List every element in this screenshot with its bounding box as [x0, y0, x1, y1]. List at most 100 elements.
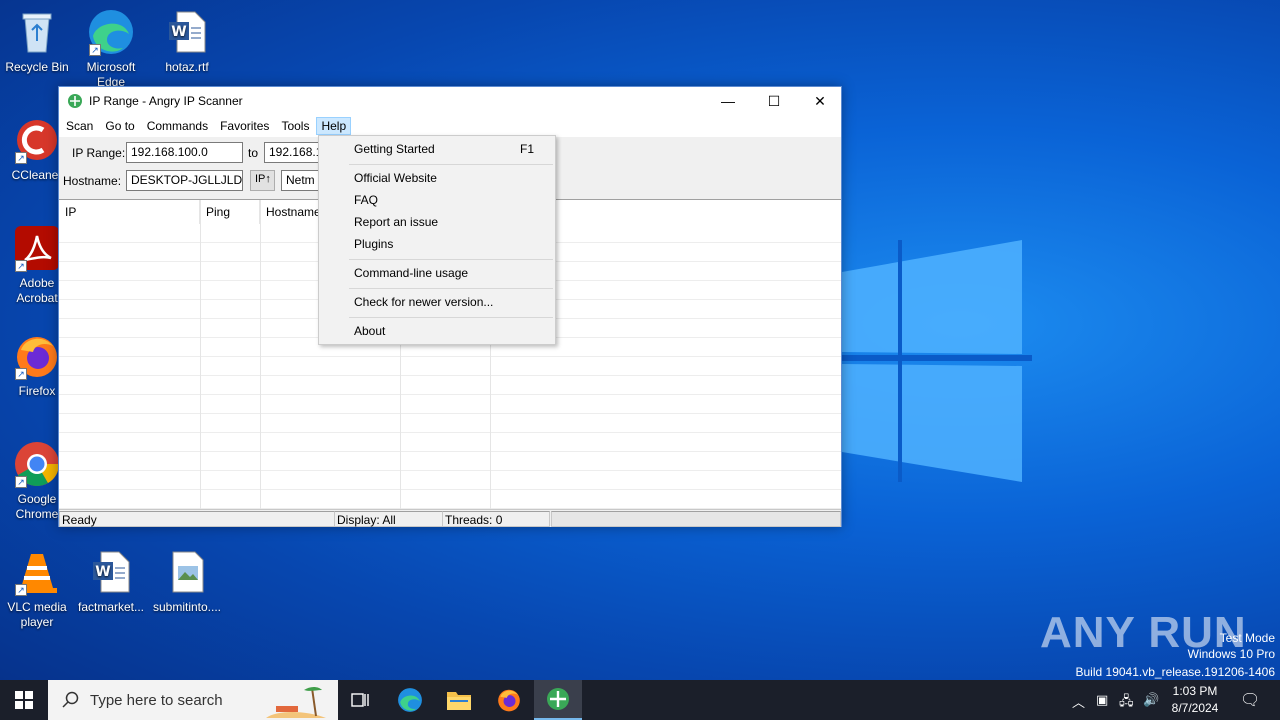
- edge-icon: ↗: [87, 8, 135, 56]
- watermark-test-mode: Test Mode: [1219, 631, 1275, 645]
- desktop-icon-label: VLC media player: [7, 600, 67, 629]
- help-menu-dropdown: Getting Started F1 Official Website FAQ …: [318, 135, 556, 345]
- desktop-icon-label: hotaz.rtf: [165, 60, 209, 74]
- desktop-icon-vlc[interactable]: ↗ VLC media player: [0, 548, 74, 630]
- menu-item-check-newer-version[interactable]: Check for newer version...: [320, 291, 554, 313]
- column-header-ip[interactable]: IP: [59, 200, 200, 224]
- status-ready: Ready: [59, 511, 335, 527]
- status-threads: Threads: 0: [442, 511, 550, 527]
- taskbar-edge[interactable]: [386, 680, 434, 720]
- window-title: IP Range - Angry IP Scanner: [89, 94, 243, 108]
- menu-help[interactable]: Help: [316, 117, 352, 135]
- table-row: [59, 357, 841, 376]
- menu-item-official-website[interactable]: Official Website: [320, 167, 554, 189]
- status-bar: Ready Display: All Threads: 0: [59, 509, 841, 527]
- taskbar-firefox[interactable]: [485, 680, 533, 720]
- taskbar-file-explorer[interactable]: [435, 680, 483, 720]
- menu-go-to[interactable]: Go to: [100, 117, 139, 135]
- image-file-icon: [163, 548, 211, 596]
- watermark-build: Build 19041.vb_release.191206-1406: [1075, 665, 1276, 679]
- action-center-notification-icon[interactable]: 🗨: [1240, 690, 1260, 710]
- word-document-icon: W: [87, 548, 135, 596]
- svg-text:W: W: [171, 24, 186, 40]
- menu-item-command-line-usage[interactable]: Command-line usage: [320, 262, 554, 284]
- task-view-icon: [351, 693, 369, 707]
- menu-tools[interactable]: Tools: [276, 117, 314, 135]
- clock-time: 1:03 PM: [1172, 684, 1218, 698]
- network-icon[interactable]: 🖧: [1119, 692, 1134, 714]
- ip-up-button[interactable]: IP↑: [250, 170, 275, 191]
- menu-item-label: Report an issue: [354, 215, 439, 229]
- angry-ip-scanner-app-icon: [547, 688, 569, 710]
- ip-range-start-input[interactable]: 192.168.100.0: [126, 142, 243, 163]
- menu-item-label: About: [354, 324, 386, 338]
- clock[interactable]: 1:03 PM 8/7/2024: [1164, 683, 1226, 717]
- menu-item-label: Command-line usage: [354, 266, 469, 280]
- menu-favorites[interactable]: Favorites: [215, 117, 274, 135]
- hostname-input[interactable]: DESKTOP-JGLLJLD: [126, 170, 243, 191]
- menu-separator: [349, 259, 553, 260]
- status-display: Display: All: [334, 511, 443, 527]
- desktop-icon-hotaz-rtf[interactable]: W hotaz.rtf: [150, 8, 224, 75]
- column-header-ping[interactable]: Ping: [200, 200, 260, 224]
- task-view-button[interactable]: [336, 680, 384, 720]
- firefox-icon: ↗: [13, 332, 61, 380]
- search-icon: [62, 691, 79, 708]
- title-bar[interactable]: IP Range - Angry IP Scanner — ☐ ✕: [59, 87, 841, 115]
- maximize-button[interactable]: ☐: [751, 87, 797, 115]
- acrobat-icon: ↗: [13, 224, 61, 272]
- close-button[interactable]: ✕: [797, 87, 843, 115]
- shortcut-arrow-icon: ↗: [15, 368, 27, 380]
- table-row: [59, 376, 841, 395]
- menu-item-label: FAQ: [354, 193, 379, 207]
- table-row: [59, 490, 841, 509]
- desktop-icon-label: Recycle Bin: [5, 60, 69, 74]
- menu-item-plugins[interactable]: Plugins: [320, 233, 554, 255]
- menu-item-faq[interactable]: FAQ: [320, 189, 554, 211]
- search-highlight-illustration-icon: [266, 687, 326, 718]
- firefox-icon: [498, 689, 520, 712]
- menu-item-report-issue[interactable]: Report an issue: [320, 211, 554, 233]
- desktop-icon-recycle-bin[interactable]: Recycle Bin: [0, 8, 74, 75]
- table-row: [59, 433, 841, 452]
- desktop-icon-edge[interactable]: ↗ Microsoft Edge: [74, 8, 148, 90]
- menu-item-about[interactable]: About: [320, 320, 554, 342]
- search-placeholder: Type here to search: [90, 691, 223, 709]
- folder-icon: [447, 692, 471, 710]
- menu-item-getting-started[interactable]: Getting Started F1: [320, 138, 554, 160]
- windows-start-icon: [15, 691, 33, 709]
- vlc-cone-icon: ↗: [13, 548, 61, 596]
- menu-separator: [349, 164, 553, 165]
- ccleaner-icon: ↗: [13, 116, 61, 164]
- word-document-icon: W: [163, 8, 211, 56]
- desktop-icon-factmarket[interactable]: W factmarket...: [74, 548, 148, 615]
- chrome-icon: ↗: [13, 440, 61, 488]
- shortcut-arrow-icon: ↗: [15, 476, 27, 488]
- minimize-button[interactable]: —: [705, 87, 751, 115]
- recycle-bin-icon: [13, 8, 61, 56]
- to-label: to: [248, 146, 259, 160]
- table-row: [59, 452, 841, 471]
- start-button[interactable]: [0, 680, 48, 720]
- taskbar: Type here to search ︿ ▣ 🖧 🔊 1:03 PM 8/7/…: [0, 680, 1280, 720]
- menu-item-shortcut: F1: [519, 142, 534, 156]
- menu-item-label: Check for newer version...: [354, 295, 494, 309]
- taskbar-search-box[interactable]: Type here to search: [48, 680, 338, 720]
- show-hidden-icons-chevron-icon[interactable]: ︿: [1072, 692, 1085, 711]
- scan-progress-bar: [551, 511, 841, 527]
- desktop-icon-label: factmarket...: [77, 600, 145, 614]
- shortcut-arrow-icon: ↗: [15, 152, 27, 164]
- menu-commands[interactable]: Commands: [142, 117, 213, 135]
- shortcut-arrow-icon: ↗: [15, 260, 27, 272]
- watermark-windows-edition: Windows 10 Pro: [1187, 647, 1275, 661]
- windows-wallpaper-logo: [842, 240, 1032, 482]
- taskbar-angry-ip-scanner[interactable]: [534, 680, 582, 720]
- menu-bar: Scan Go to Commands Favorites Tools Help: [59, 115, 841, 137]
- volume-icon[interactable]: 🔊: [1143, 692, 1159, 708]
- shortcut-arrow-icon: ↗: [15, 584, 27, 596]
- menu-scan[interactable]: Scan: [61, 117, 98, 135]
- table-row: [59, 395, 841, 414]
- desktop-icon-submitinto[interactable]: submitinto....: [150, 548, 224, 615]
- menu-separator: [349, 288, 553, 289]
- meet-now-icon[interactable]: ▣: [1096, 692, 1108, 708]
